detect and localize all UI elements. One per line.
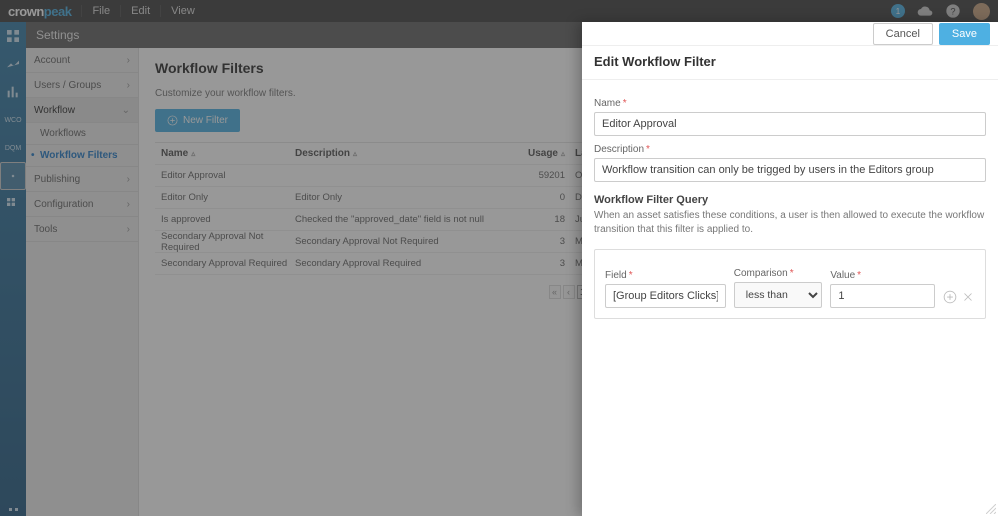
value-label: Value*	[830, 270, 935, 281]
add-condition-icon[interactable]	[943, 290, 957, 304]
remove-condition-icon[interactable]	[961, 290, 975, 304]
edit-filter-panel: Cancel Save Edit Workflow Filter Name* D…	[582, 22, 998, 516]
comparison-label: Comparison*	[734, 268, 823, 279]
query-row: Field* Comparison* less than Value*	[594, 249, 986, 319]
window-resize-grip[interactable]	[986, 504, 996, 514]
name-label: Name*	[594, 98, 986, 109]
name-input[interactable]	[594, 112, 986, 136]
description-label: Description*	[594, 144, 986, 155]
comparison-select[interactable]: less than	[734, 282, 823, 308]
value-input[interactable]	[830, 284, 935, 308]
field-input[interactable]	[605, 284, 726, 308]
query-header: Workflow Filter Query	[594, 194, 986, 206]
panel-title: Edit Workflow Filter	[582, 46, 998, 80]
cancel-button[interactable]: Cancel	[873, 23, 933, 45]
query-description: When an asset satisfies these conditions…	[594, 209, 986, 237]
description-input[interactable]	[594, 158, 986, 182]
save-button[interactable]: Save	[939, 23, 990, 45]
field-label: Field*	[605, 270, 726, 281]
